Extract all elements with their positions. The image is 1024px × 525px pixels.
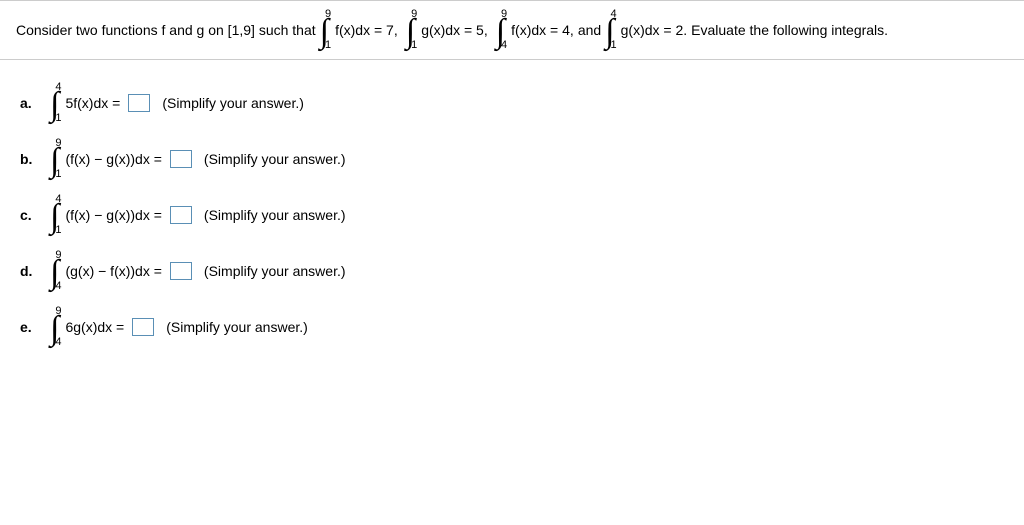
part-label: d. — [20, 263, 40, 279]
part-e: e. ∫ 9 4 6g(x)dx = (Simplify your answer… — [20, 306, 1004, 348]
part-integral: ∫ 4 1 5f(x)dx = — [50, 82, 120, 124]
integral-sign-icon: ∫ — [406, 20, 415, 44]
hint-text: (Simplify your answer.) — [204, 263, 346, 279]
part-integral: ∫ 9 1 (f(x) − g(x))dx = — [50, 138, 162, 180]
part-label: a. — [20, 95, 40, 111]
answer-input-e[interactable] — [132, 318, 154, 336]
hint-text: (Simplify your answer.) — [204, 151, 346, 167]
answer-input-b[interactable] — [170, 150, 192, 168]
hint-text: (Simplify your answer.) — [204, 207, 346, 223]
integral-sign-icon: ∫ — [496, 20, 505, 44]
integral-sign-icon: ∫ — [50, 93, 59, 117]
integral-sign-icon: ∫ — [605, 20, 614, 44]
integral-sign-icon: ∫ — [50, 261, 59, 285]
part-integral: ∫ 9 4 (g(x) − f(x))dx = — [50, 250, 162, 292]
subparts-list: a. ∫ 4 1 5f(x)dx = (Simplify your answer… — [0, 60, 1024, 370]
part-integral: ∫ 4 1 (f(x) − g(x))dx = — [50, 194, 162, 236]
part-integral: ∫ 9 4 6g(x)dx = — [50, 306, 124, 348]
integral-sign-icon: ∫ — [50, 205, 59, 229]
integral-sign-icon: ∫ — [50, 317, 59, 341]
part-label: e. — [20, 319, 40, 335]
answer-input-d[interactable] — [170, 262, 192, 280]
given-integral-3: ∫ 9 4 f(x)dx = 4, — [496, 9, 574, 51]
integral-sign-icon: ∫ — [50, 149, 59, 173]
answer-input-c[interactable] — [170, 206, 192, 224]
part-a: a. ∫ 4 1 5f(x)dx = (Simplify your answer… — [20, 82, 1004, 124]
intro-text: Consider two functions f and g on [1,9] … — [16, 22, 316, 38]
given-integral-1: ∫ 9 1 f(x)dx = 7, — [320, 9, 398, 51]
part-label: b. — [20, 151, 40, 167]
integral-sign-icon: ∫ — [320, 20, 329, 44]
answer-input-a[interactable] — [128, 94, 150, 112]
given-integral-4: ∫ 4 1 g(x)dx = 2. — [605, 9, 687, 51]
hint-text: (Simplify your answer.) — [166, 319, 308, 335]
part-d: d. ∫ 9 4 (g(x) − f(x))dx = (Simplify you… — [20, 250, 1004, 292]
and-text: and — [578, 22, 601, 38]
problem-statement: Consider two functions f and g on [1,9] … — [0, 0, 1024, 60]
hint-text: (Simplify your answer.) — [162, 95, 304, 111]
part-b: b. ∫ 9 1 (f(x) − g(x))dx = (Simplify you… — [20, 138, 1004, 180]
part-label: c. — [20, 207, 40, 223]
part-c: c. ∫ 4 1 (f(x) − g(x))dx = (Simplify you… — [20, 194, 1004, 236]
given-integral-2: ∫ 9 1 g(x)dx = 5, — [406, 9, 488, 51]
outro-text: Evaluate the following integrals. — [691, 22, 888, 38]
